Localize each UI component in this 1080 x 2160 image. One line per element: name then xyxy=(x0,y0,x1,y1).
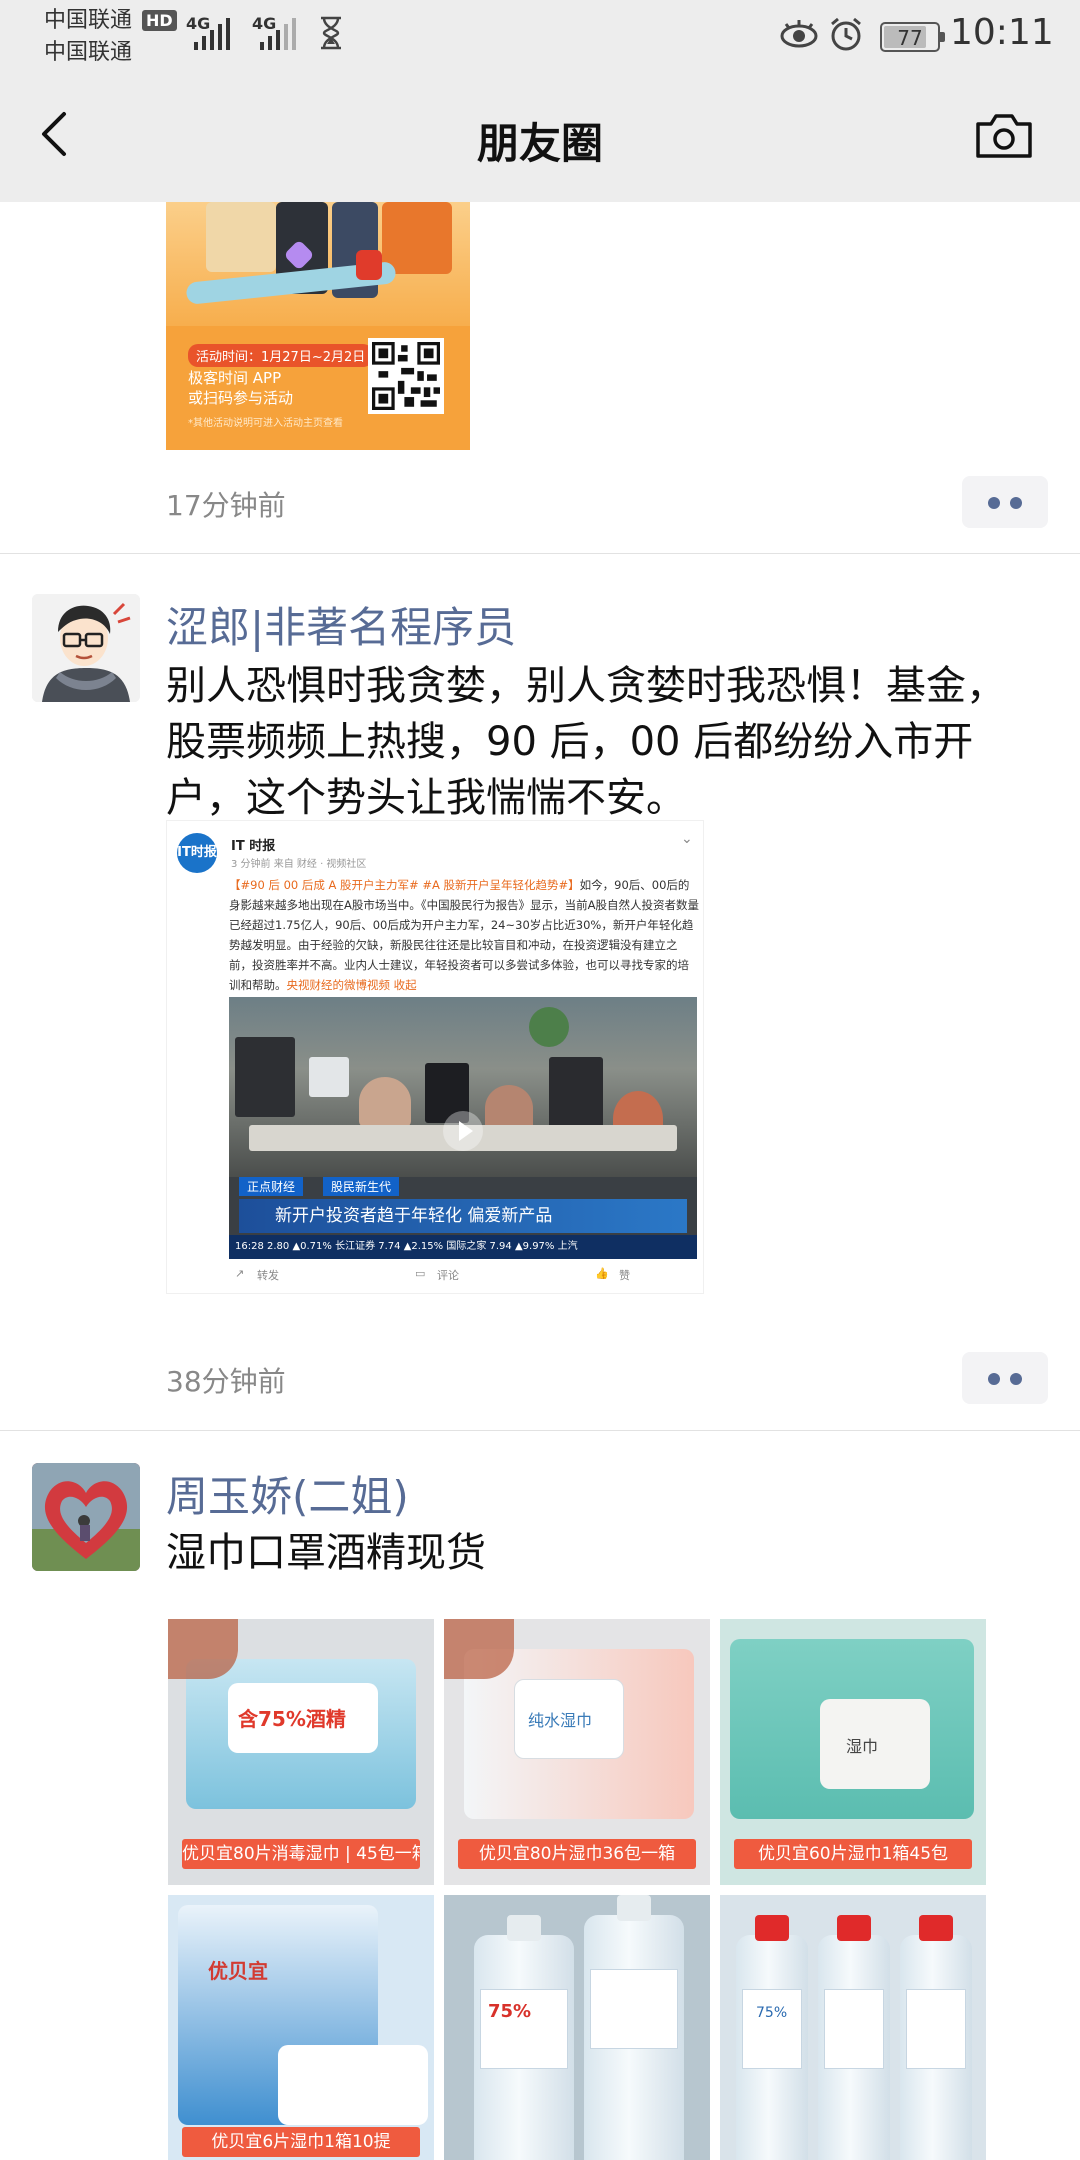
video-thumbnail[interactable]: 正点财经 股民新生代 新开户投资者趋于年轻化 偏爱新产品 16:28 2.80 … xyxy=(229,997,697,1259)
card-meta: 3 分钟前 来自 财经 · 视频社区 xyxy=(231,859,367,870)
carrier-name-1: 中国联通 xyxy=(44,8,133,33)
status-bar: 中国联通 中国联通 HD 4G 4G 77 10:11 xyxy=(0,0,1080,66)
promo-note: *其他活动说明可进入活动主页查看 xyxy=(188,418,343,429)
card-body-link: 央视财经的微博视频 收起 xyxy=(286,978,417,992)
card-body: 【#90 后 00 后成 A 股开户主力军# #A 股新开户呈年轻化趋势#】如今… xyxy=(229,875,699,995)
post-photo[interactable]: 纯水湿巾 优贝宜80片湿巾36包一箱 xyxy=(444,1619,710,1885)
avatar[interactable] xyxy=(32,1463,140,1571)
video-headline: 新开户投资者趋于年轻化 偏爱新产品 xyxy=(239,1199,687,1233)
chevron-down-icon: ⌄ xyxy=(681,831,693,847)
signal-strength-2-icon: 4G xyxy=(252,14,306,54)
card-source-name: IT 时报 xyxy=(231,839,276,854)
promo-line-2: 或扫码参与活动 xyxy=(188,389,294,407)
moment-post: 活动时间：1月27日~2月2日 极客时间 APP 或扫码参与活动 *其他活动说明… xyxy=(0,202,1080,552)
post-more-button[interactable] xyxy=(962,1352,1048,1404)
card-body-text: 如今，90后、00后的身影越来越多地出现在A股市场当中。《中国股民行为报告》显示… xyxy=(229,878,699,992)
pack-text: 含75%酒精 xyxy=(238,1707,346,1731)
avatar-cartoon-icon xyxy=(32,594,140,702)
camera-button[interactable] xyxy=(974,110,1034,160)
it-times-logo: IT时报 xyxy=(177,833,217,873)
carrier-name-2: 中国联通 xyxy=(44,40,133,65)
like-label[interactable]: 赞 xyxy=(619,1267,630,1283)
like-icon[interactable]: 👍 xyxy=(595,1267,609,1280)
avatar[interactable] xyxy=(32,594,140,702)
battery-level: 77 xyxy=(897,26,923,50)
forward-label[interactable]: 转发 xyxy=(257,1267,279,1283)
post-time: 17分钟前 xyxy=(166,489,286,522)
pack-text: 优贝宜 xyxy=(208,1959,268,1983)
camera-icon xyxy=(976,114,1032,158)
post-photo[interactable]: 75% xyxy=(444,1895,710,2160)
promo-line-1: 极客时间 APP xyxy=(188,369,282,387)
forward-icon[interactable]: ↗ xyxy=(235,1267,244,1280)
photo-caption: 优贝宜60片湿巾1箱45包 xyxy=(734,1839,972,1869)
eye-comfort-icon xyxy=(780,20,818,48)
status-time: 10:11 xyxy=(950,12,1054,53)
photo-caption: 优贝宜80片湿巾36包一箱 xyxy=(458,1839,696,1869)
video-ticker: 16:28 2.80 ▲0.71% 长江证券 7.74 ▲2.15% 国际之家 … xyxy=(229,1235,697,1259)
signal-strength-1-icon: 4G xyxy=(186,14,240,54)
moments-feed[interactable]: 活动时间：1月27日~2月2日 极客时间 APP 或扫码参与活动 *其他活动说明… xyxy=(0,202,1080,2160)
more-dots-icon xyxy=(988,1373,1000,1385)
card-actions: ↗ 转发 ▭ 评论 👍 赞 xyxy=(229,1267,697,1287)
post-author-name[interactable]: 涩郎|非著名程序员 xyxy=(166,594,516,655)
pack-text: 湿巾 xyxy=(846,1737,879,1756)
pack-text: 75% xyxy=(488,2001,532,2022)
moment-post: 周玉娇(二姐) 湿巾口罩酒精现货 含75%酒精 优贝宜80片消毒湿巾 | 45包… xyxy=(0,1431,1080,2160)
card-body-topic: 【#90 后 00 后成 A 股开户主力军# #A 股新开户呈年轻化趋势#】 xyxy=(229,878,580,892)
post-photo[interactable]: 含75%酒精 优贝宜80片消毒湿巾 | 45包一箱 xyxy=(168,1619,434,1885)
post-photo[interactable]: 75% xyxy=(720,1895,986,2160)
hd-badge: HD xyxy=(142,10,177,31)
post-photo[interactable]: 湿巾 优贝宜60片湿巾1箱45包 xyxy=(720,1619,986,1885)
nav-bar: 朋友圈 xyxy=(0,66,1080,202)
post-time: 38分钟前 xyxy=(166,1365,286,1398)
moment-post: 涩郎|非著名程序员 别人恐惧时我贪婪，别人贪婪时我恐惧！基金，股票频频上热搜，9… xyxy=(0,554,1080,1430)
comment-label[interactable]: 评论 xyxy=(437,1267,459,1283)
post-image-promo[interactable]: 活动时间：1月27日~2月2日 极客时间 APP 或扫码参与活动 *其他活动说明… xyxy=(166,202,470,450)
battery-icon: 77 xyxy=(880,22,945,52)
alarm-clock-icon xyxy=(831,17,861,51)
avatar-photo-icon xyxy=(32,1463,140,1571)
more-dots-icon xyxy=(988,497,1000,509)
shared-weibo-card[interactable]: IT时报 IT 时报 3 分钟前 来自 财经 · 视频社区 ⌄ 【#90 后 0… xyxy=(166,820,704,1294)
pack-text: 75% xyxy=(756,2005,788,2021)
play-icon xyxy=(459,1121,473,1141)
hourglass-icon xyxy=(321,16,341,50)
post-photo[interactable]: 优贝宜 优贝宜6片湿巾1箱10提 xyxy=(168,1895,434,2160)
post-text: 别人恐惧时我贪婪，别人贪婪时我恐惧！基金，股票频频上热搜，90 后，00 后都纷… xyxy=(166,663,1006,821)
pack-text: 纯水湿巾 xyxy=(528,1711,593,1730)
promo-date: 活动时间：1月27日~2月2日 xyxy=(188,344,374,367)
video-tag: 正点财经 xyxy=(239,1177,304,1196)
post-text: 湿巾口罩酒精现货 xyxy=(166,1530,486,1576)
photo-caption: 优贝宜80片消毒湿巾 | 45包一箱 xyxy=(182,1839,420,1869)
post-more-button[interactable] xyxy=(962,476,1048,528)
page-title: 朋友圈 xyxy=(476,119,603,168)
post-author-name[interactable]: 周玉娇(二姐) xyxy=(166,1463,409,1524)
qr-code-icon xyxy=(368,338,444,414)
photo-caption: 优贝宜6片湿巾1箱10提 xyxy=(182,2127,420,2157)
comment-icon[interactable]: ▭ xyxy=(415,1267,425,1280)
video-tag: 股民新生代 xyxy=(323,1177,400,1196)
